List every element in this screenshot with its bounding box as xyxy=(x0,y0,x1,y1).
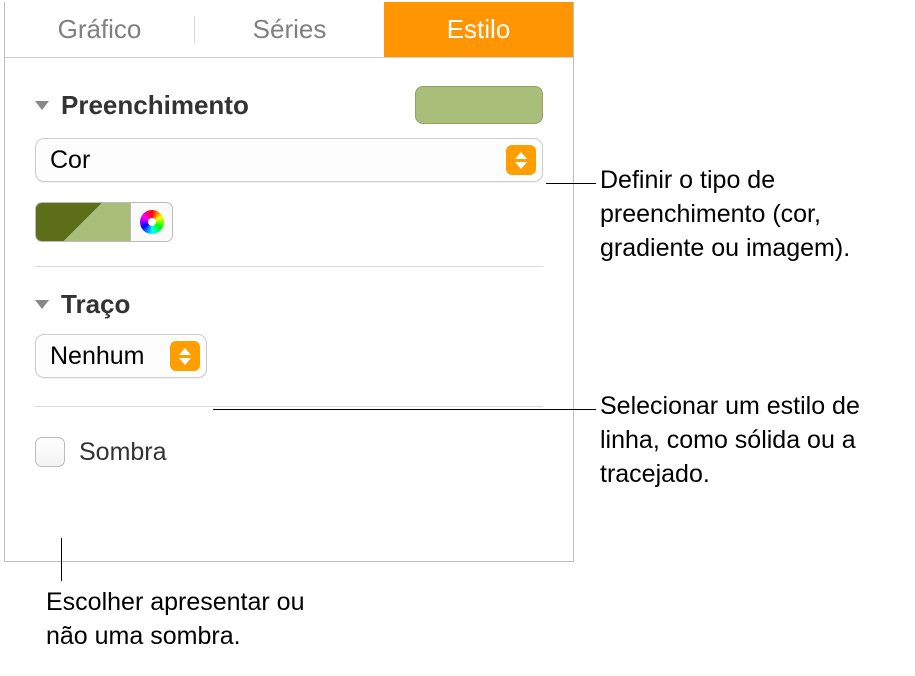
callout-leader xyxy=(213,409,596,410)
fill-type-select[interactable]: Cor xyxy=(35,138,543,182)
chevron-down-icon xyxy=(35,101,49,110)
shadow-checkbox[interactable] xyxy=(35,437,65,467)
fill-type-value: Cor xyxy=(50,146,90,175)
callout-fill-type: Definir o tipo de preenchimento (cor, gr… xyxy=(600,164,910,265)
callout-text: Selecionar um estilo de linha, como sóli… xyxy=(600,392,860,488)
callout-text: Definir o tipo de preenchimento (cor, gr… xyxy=(600,166,850,262)
stroke-style-select[interactable]: Nenhum xyxy=(35,334,207,378)
shadow-label: Sombra xyxy=(79,438,167,467)
chevron-down-icon xyxy=(35,300,49,309)
fill-section: Preenchimento Cor Traço Ne xyxy=(5,58,573,467)
stroke-title: Traço xyxy=(61,289,130,320)
tab-label: Estilo xyxy=(447,14,511,45)
stroke-header: Traço xyxy=(35,267,543,334)
stroke-value: Nenhum xyxy=(50,342,145,371)
select-stepper-icon xyxy=(170,341,200,371)
tab-grafico[interactable]: Gráfico xyxy=(5,2,194,57)
format-inspector-panel: Gráfico Séries Estilo Preenchimento Cor xyxy=(4,2,574,562)
stroke-title-wrap[interactable]: Traço xyxy=(35,289,130,320)
tab-label: Séries xyxy=(253,14,327,45)
callout-shadow: Escolher apresentar ou não uma sombra. xyxy=(46,586,346,654)
fill-color-well[interactable] xyxy=(415,86,543,124)
fill-title: Preenchimento xyxy=(61,90,249,121)
tab-label: Gráfico xyxy=(58,14,142,45)
callout-leader xyxy=(546,183,596,184)
color-picker-row xyxy=(35,202,543,242)
callout-stroke-style: Selecionar um estilo de linha, como sóli… xyxy=(600,390,910,491)
color-wheel-icon xyxy=(140,210,164,234)
fill-title-wrap[interactable]: Preenchimento xyxy=(35,90,249,121)
tab-estilo[interactable]: Estilo xyxy=(384,2,573,57)
tab-series[interactable]: Séries xyxy=(195,2,384,57)
callout-leader-vertical xyxy=(61,538,62,581)
fill-header: Preenchimento xyxy=(35,58,543,138)
select-stepper-icon xyxy=(506,145,536,175)
color-swatch[interactable] xyxy=(35,202,131,242)
inspector-tabs: Gráfico Séries Estilo xyxy=(5,2,573,58)
color-wheel-button[interactable] xyxy=(131,202,173,242)
shadow-row: Sombra xyxy=(35,407,543,467)
callout-text: Escolher apresentar ou não uma sombra. xyxy=(46,588,304,650)
